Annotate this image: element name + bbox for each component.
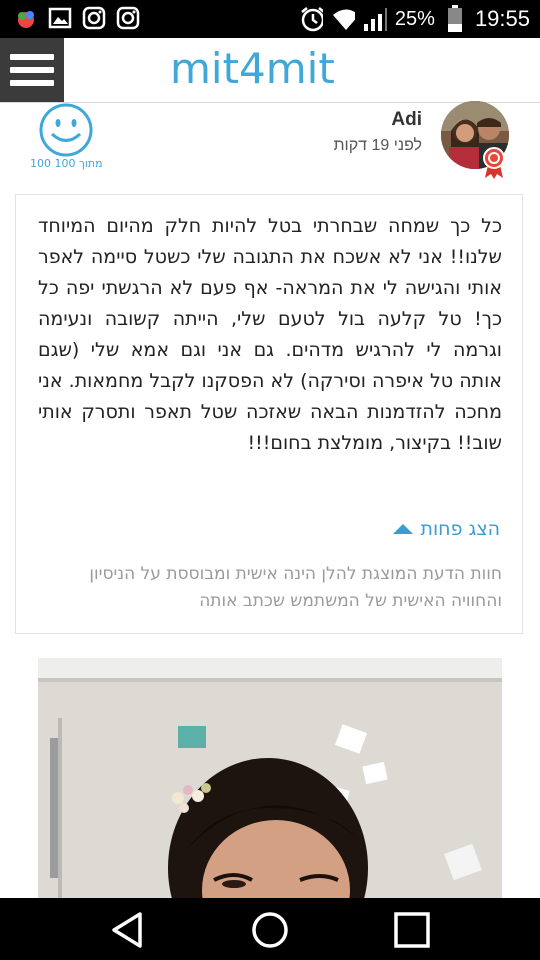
signal-icon xyxy=(363,7,387,31)
instagram-icon xyxy=(116,6,140,30)
menu-button[interactable] xyxy=(0,38,64,102)
review-time: לפני 19 דקות xyxy=(333,137,422,154)
review-text: כל כך שמחה שבחרתי בטל להיות חלק מהיום המ… xyxy=(38,215,502,454)
app-icon xyxy=(14,6,38,30)
show-less-link[interactable]: הצג פחות xyxy=(392,518,501,540)
review-header: 100 מתוך 100 Adi לפני 19 דקות xyxy=(0,101,540,193)
bride-photo xyxy=(38,658,502,898)
award-badge-icon xyxy=(482,147,506,179)
score-indicator xyxy=(28,103,118,161)
review-photo[interactable] xyxy=(38,658,502,898)
home-icon xyxy=(252,912,288,948)
home-button[interactable] xyxy=(248,908,292,952)
reviewer-name[interactable]: Adi xyxy=(391,109,422,131)
app-header: mit4mit xyxy=(0,38,540,103)
clock: 19:55 xyxy=(474,6,530,31)
wifi-icon xyxy=(331,7,355,31)
recents-icon xyxy=(394,912,430,948)
caret-up-icon xyxy=(392,524,413,534)
system-nav-bar xyxy=(0,898,540,960)
alarm-icon xyxy=(299,7,323,32)
battery-percent: 25% xyxy=(394,7,435,30)
review-card: כל כך שמחה שבחרתי בטל להיות חלק מהיום המ… xyxy=(15,194,523,634)
menu-icon xyxy=(10,54,54,60)
disclaimer: חוות הדעת המוצגת להלן הינה אישית ומבוססת… xyxy=(89,564,502,611)
back-button[interactable] xyxy=(106,908,150,952)
logo[interactable]: mit4mit xyxy=(170,44,335,93)
battery-icon xyxy=(443,5,467,32)
status-bar: 25% 19:55 xyxy=(0,0,540,38)
instagram-icon xyxy=(82,6,106,30)
show-less-label: הצג פחות xyxy=(420,518,501,540)
back-icon xyxy=(112,912,142,948)
smiley-icon xyxy=(39,103,93,157)
score-caption: 100 מתוך 100 xyxy=(30,157,103,170)
recents-button[interactable] xyxy=(390,908,434,952)
gallery-icon xyxy=(48,6,72,30)
